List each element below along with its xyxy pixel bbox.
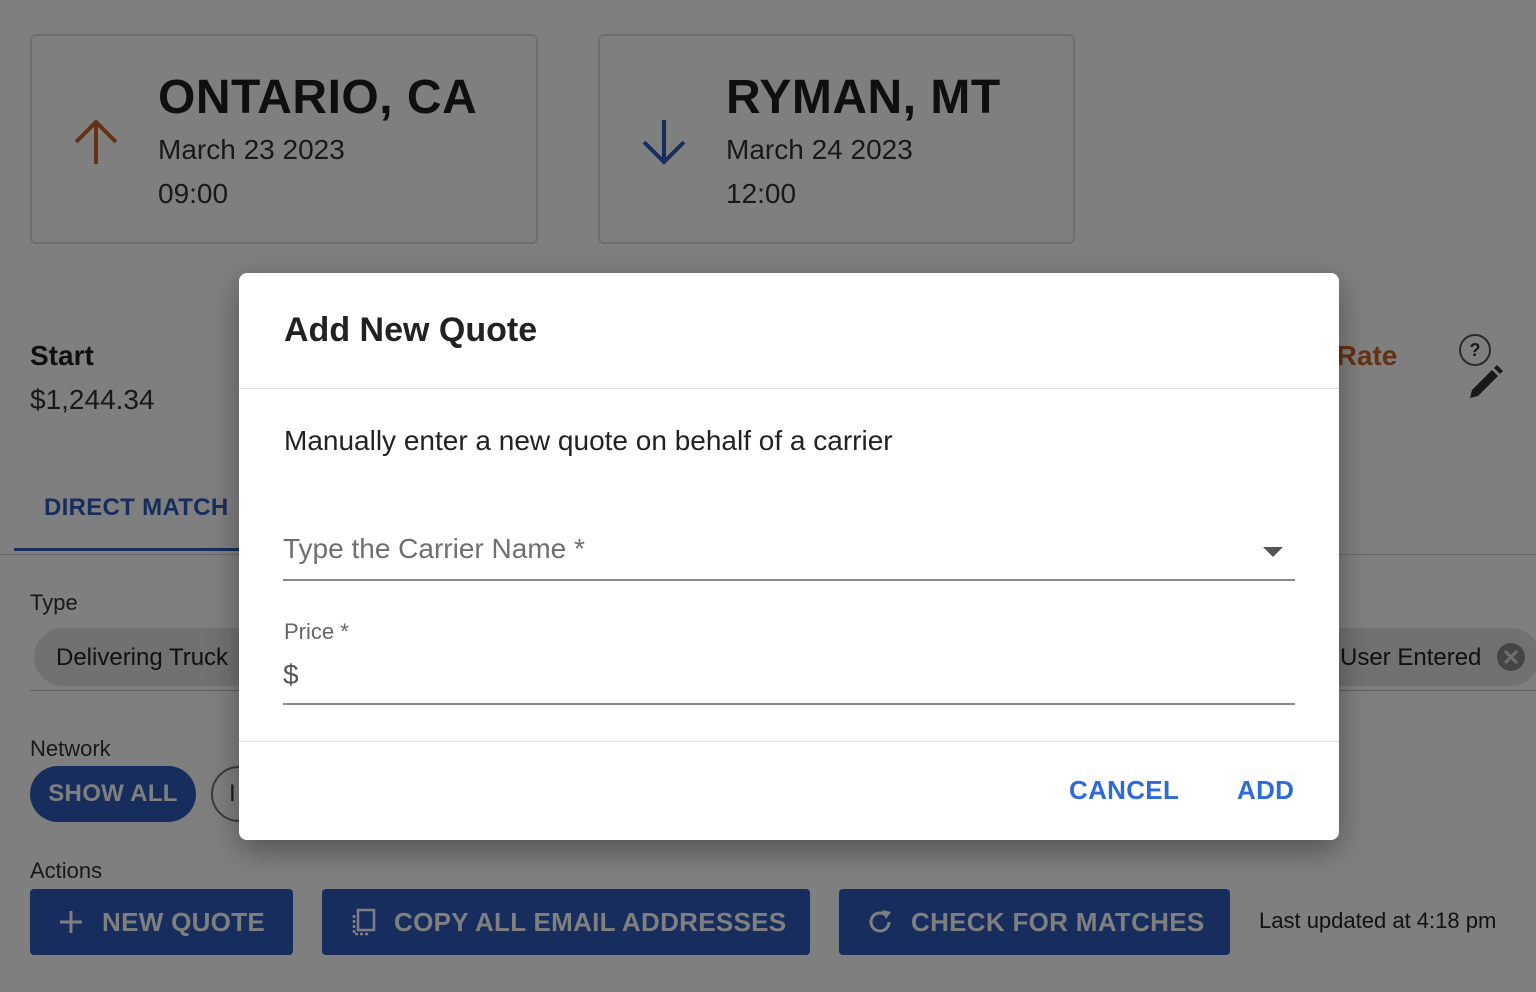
dialog-title: Add New Quote (284, 311, 538, 349)
add-quote-dialog: Add New Quote Manually enter a new quote… (239, 273, 1339, 840)
carrier-name-placeholder: Type the Carrier Name * (283, 533, 585, 564)
cancel-button[interactable]: CANCEL (1069, 775, 1179, 806)
dialog-description: Manually enter a new quote on behalf of … (284, 425, 893, 456)
dialog-divider (239, 388, 1339, 389)
page: ONTARIO, CA March 23 2023 09:00 RYMAN, M… (0, 0, 1536, 992)
price-field[interactable]: $ (283, 651, 1295, 705)
price-label: Price * (284, 619, 349, 644)
carrier-name-field[interactable]: Type the Carrier Name * (283, 519, 1295, 581)
dollar-prefix: $ (283, 659, 299, 690)
chevron-down-icon[interactable] (1263, 547, 1283, 557)
add-button[interactable]: ADD (1237, 775, 1294, 806)
dialog-footer-divider (239, 741, 1339, 742)
